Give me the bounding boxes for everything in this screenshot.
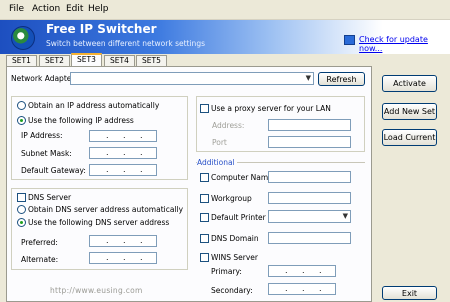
wins-primary-field[interactable]: ...: [268, 265, 336, 277]
computer-name-field[interactable]: [268, 171, 351, 183]
app-logo-icon: [11, 26, 35, 50]
workgroup-field[interactable]: [268, 192, 351, 204]
tab-set1[interactable]: SET1: [6, 55, 37, 66]
menu-file-label: File: [9, 4, 25, 14]
wins-primary-label: Primary:: [211, 267, 242, 276]
dns-auto-radio[interactable]: [17, 205, 26, 214]
subnet-mask-field[interactable]: ...: [89, 147, 157, 159]
computer-name-label: Computer Name: [211, 173, 273, 182]
dns-manual-label: Use the following DNS server address: [28, 218, 170, 227]
dns-alternate-label: Alternate:: [21, 255, 59, 264]
combo-arrow-icon: ▼: [305, 74, 311, 82]
tab-set5[interactable]: SET5: [136, 55, 167, 66]
subnet-mask-label: Subnet Mask:: [21, 149, 72, 158]
network-adapter-select[interactable]: ▼: [70, 72, 314, 85]
refresh-button[interactable]: Refresh: [318, 72, 365, 86]
proxy-address-field[interactable]: [268, 119, 351, 131]
dns-server-checkbox[interactable]: [17, 193, 26, 202]
default-printer-label: Default Printer: [211, 213, 266, 222]
dns-domain-checkbox[interactable]: [200, 234, 209, 243]
dns-server-label: DNS Server: [28, 193, 72, 202]
menu-action-label: Action: [32, 4, 61, 14]
workgroup-checkbox[interactable]: [200, 194, 209, 203]
check-update-link[interactable]: Check for update now...: [359, 35, 450, 53]
workgroup-label: Workgroup: [211, 194, 252, 203]
tab-set4[interactable]: SET4: [104, 55, 135, 66]
ip-address-field[interactable]: ...: [89, 130, 157, 142]
menu-edit-label: Edit: [66, 4, 84, 14]
dns-preferred-label: Preferred:: [21, 238, 58, 247]
add-new-set-button[interactable]: Add New Set: [382, 103, 437, 120]
combo-arrow-icon: ▼: [342, 212, 348, 220]
exit-button[interactable]: Exit: [382, 286, 437, 300]
menu-file[interactable]: File: [9, 4, 24, 14]
proxy-address-label: Address:: [212, 121, 245, 130]
default-printer-checkbox[interactable]: [200, 213, 209, 222]
proxy-port-label: Port: [212, 138, 227, 147]
dns-preferred-field[interactable]: ...: [89, 235, 157, 247]
menu-help[interactable]: Help: [88, 4, 109, 14]
wins-secondary-label: Secondary:: [211, 286, 253, 295]
ip-auto-label: Obtain an IP address automatically: [28, 101, 160, 110]
menu-bar: File Action Edit Help: [0, 0, 450, 20]
dns-alternate-field[interactable]: ...: [89, 252, 157, 264]
ip-address-label: IP Address:: [21, 131, 63, 140]
dns-auto-label: Obtain DNS server address automatically: [28, 205, 184, 214]
website-watermark: http://www.eusing.com: [50, 286, 143, 295]
default-gateway-field[interactable]: ...: [89, 164, 157, 176]
dns-manual-radio[interactable]: [17, 218, 26, 227]
computer-name-checkbox[interactable]: [200, 173, 209, 182]
wins-server-checkbox[interactable]: [200, 253, 209, 262]
dns-domain-field[interactable]: [268, 232, 351, 244]
ip-auto-radio[interactable]: [17, 101, 26, 110]
proxy-port-field[interactable]: [268, 136, 351, 148]
tab-set2[interactable]: SET2: [39, 55, 70, 66]
additional-title: Additional: [197, 158, 237, 167]
load-current-button[interactable]: Load Current: [382, 129, 437, 146]
proxy-checkbox[interactable]: [200, 104, 209, 113]
ip-manual-label: Use the following IP address: [28, 116, 134, 125]
menu-help-label: Help: [88, 4, 109, 14]
app-title: Free IP Switcher: [46, 22, 157, 36]
wins-server-label: WINS Server: [211, 253, 258, 262]
activate-button[interactable]: Activate: [382, 75, 437, 92]
proxy-checkbox-label: Use a proxy server for your LAN: [211, 104, 331, 113]
update-globe-icon: [344, 35, 355, 45]
dns-domain-label: DNS Domain: [211, 234, 259, 243]
ip-manual-radio[interactable]: [17, 116, 26, 125]
wins-secondary-field[interactable]: ...: [268, 283, 336, 295]
menu-edit[interactable]: Edit: [66, 4, 83, 14]
menu-action[interactable]: Action: [32, 4, 60, 14]
network-adapter-label: Network Adapter:: [11, 74, 77, 83]
default-gateway-label: Default Gateway:: [21, 166, 86, 175]
default-printer-select[interactable]: ▼: [268, 210, 351, 223]
app-subtitle: Switch between different network setting…: [46, 39, 205, 48]
